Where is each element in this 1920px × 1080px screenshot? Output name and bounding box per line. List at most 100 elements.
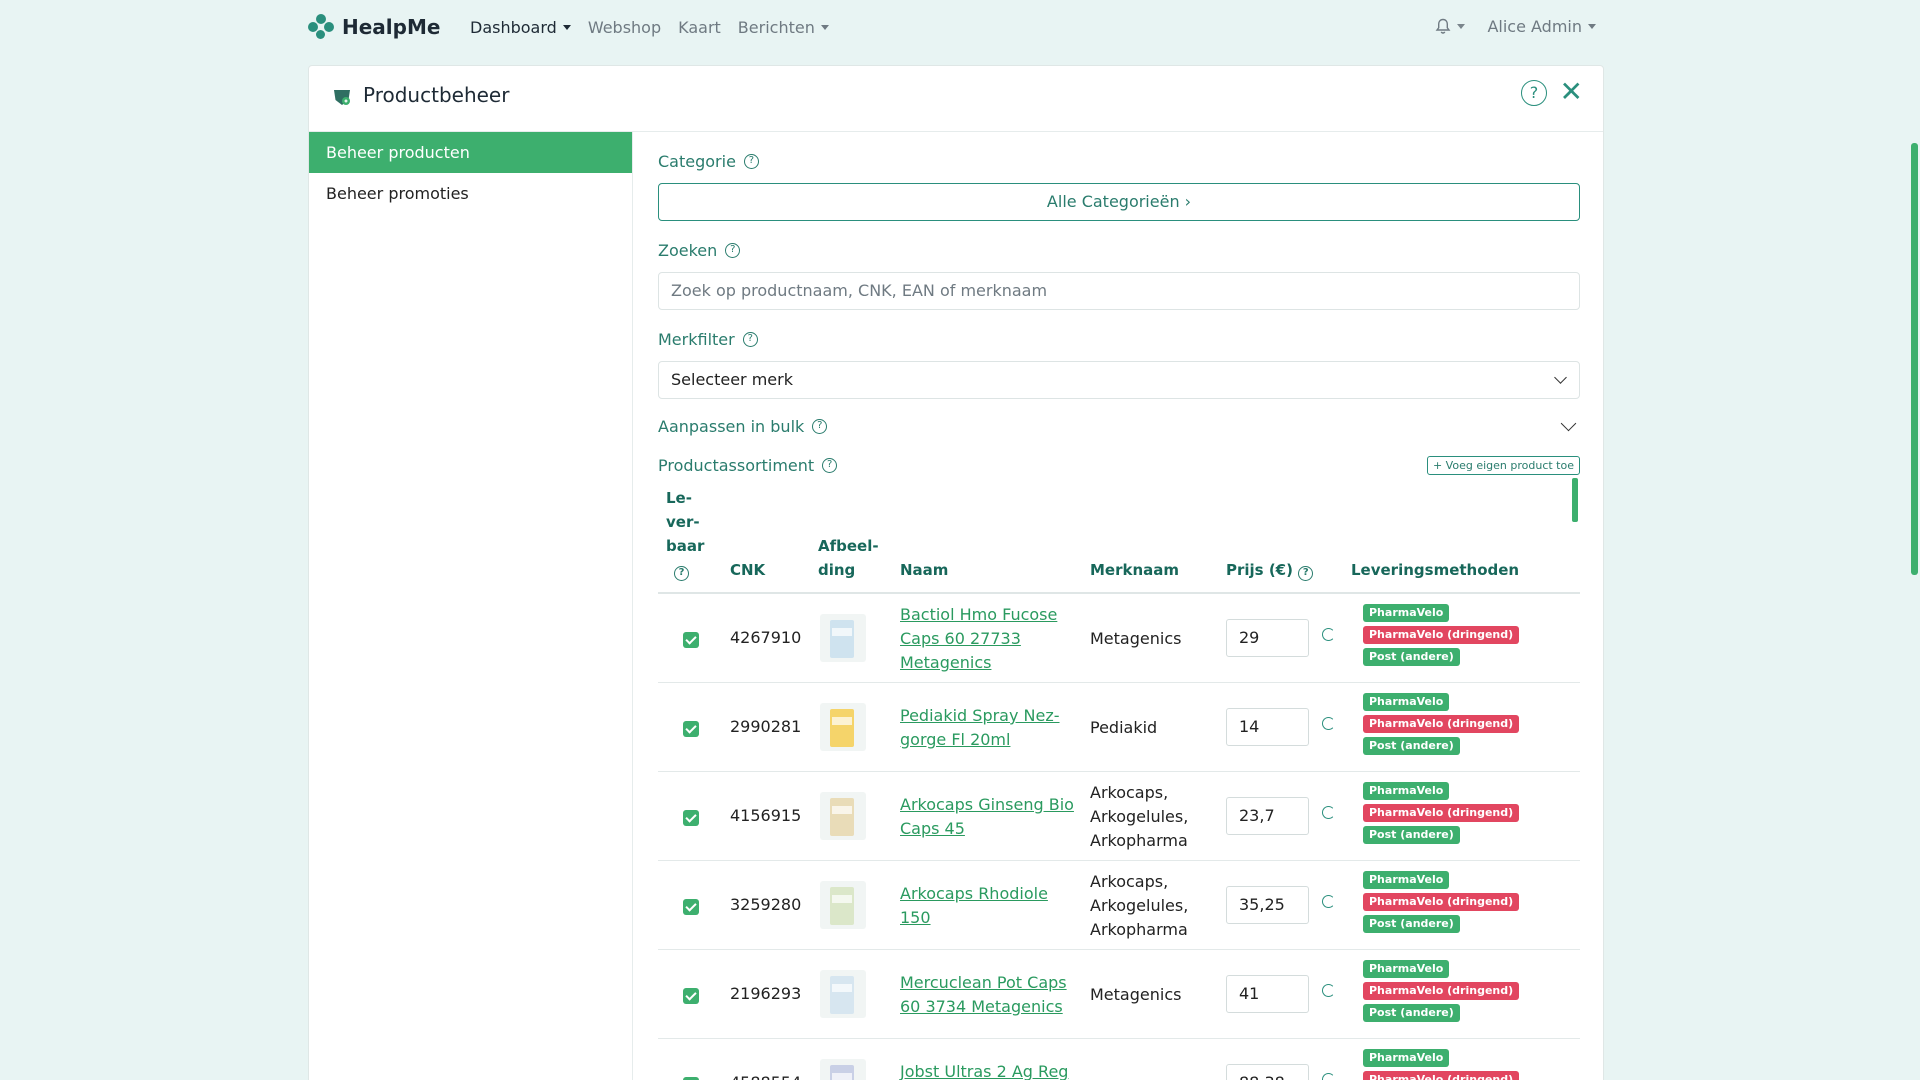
col-cnk[interactable]: CNK (730, 558, 765, 582)
price-input[interactable]: 14 (1226, 708, 1309, 746)
product-name-link[interactable]: Jobst Ultras 2 Ag Reg (900, 1060, 1080, 1080)
panel-title: Productbeheer (363, 83, 510, 107)
help-icon[interactable]: ? (812, 419, 828, 434)
price-input[interactable]: 29 (1226, 619, 1309, 657)
col-image: Afbeel- ding (818, 537, 879, 579)
page-scrollbar[interactable] (1911, 143, 1918, 575)
available-checkbox[interactable] (683, 810, 699, 826)
col-brand[interactable]: Merknaam (1090, 558, 1179, 582)
category-button[interactable]: Alle Categorieën › (658, 183, 1580, 221)
delivery-methods: PharmaVelo PharmaVelo (dringend) Post (and… (1363, 960, 1520, 1022)
product-thumbnail (814, 782, 872, 850)
brand-cell: Pediakid (1090, 718, 1158, 737)
product-thumbnail (814, 693, 872, 761)
badge-pharmavelo-urgent: PharmaVelo (dringend) (1363, 715, 1520, 733)
main-content: Categorie? Alle Categorieën › Zoeken? Zo… (658, 132, 1580, 1080)
help-icon[interactable]: ? (822, 458, 838, 473)
help-icon[interactable]: ? (1521, 80, 1547, 106)
caret-down-icon (820, 25, 829, 30)
caret-down-icon (1588, 24, 1596, 29)
help-icon[interactable]: ? (725, 243, 741, 258)
refresh-icon[interactable] (1322, 717, 1335, 730)
badge-pharmavelo-urgent: PharmaVelo (dringend) (1363, 893, 1520, 911)
delivery-methods: PharmaVelo PharmaVelo (dringend) Post (and… (1363, 604, 1520, 666)
price-input[interactable]: 41 (1226, 975, 1309, 1013)
help-icon[interactable]: ? (743, 154, 759, 169)
help-icon[interactable]: ? (742, 332, 758, 347)
nav-berichten[interactable]: Berichten (738, 18, 829, 37)
search-input[interactable]: Zoek op productnaam, CNK, EAN of merknaa… (658, 272, 1580, 310)
refresh-icon[interactable] (1322, 806, 1335, 819)
product-name-link[interactable]: Bactiol Hmo Fucose Caps 60 27733 Metagen… (900, 603, 1080, 675)
product-name-link[interactable]: Pediakid Spray Nez-gorge Fl 20ml (900, 704, 1080, 752)
badge-pharmavelo-urgent: PharmaVelo (dringend) (1363, 1071, 1520, 1080)
available-checkbox[interactable] (683, 899, 699, 915)
product-name-link[interactable]: Mercuclean Pot Caps 60 3734 Metagenics (900, 971, 1080, 1019)
available-checkbox[interactable] (683, 721, 699, 737)
product-thumbnail (814, 960, 872, 1028)
refresh-icon[interactable] (1322, 895, 1335, 908)
cnk-cell: 2196293 (730, 984, 802, 1003)
col-name[interactable]: Naam (900, 558, 948, 582)
delivery-methods: PharmaVelo PharmaVelo (dringend) Post (and… (1363, 782, 1520, 844)
caret-down-icon (1457, 24, 1466, 29)
table-body: 4267910 Bactiol Hmo Fucose Caps 60 27733 … (658, 594, 1580, 1080)
bell-icon (1436, 18, 1451, 34)
badge-pharmavelo: PharmaVelo (1363, 693, 1450, 711)
brand[interactable]: HealpMe (308, 14, 440, 40)
main-nav: Dashboard Webshop Kaart Berichten (470, 18, 829, 37)
refresh-icon[interactable] (1322, 628, 1335, 641)
nav-dashboard[interactable]: Dashboard (470, 18, 571, 37)
nav-kaart[interactable]: Kaart (678, 18, 721, 37)
product-table: Le- ver- baar ? CNK Afbeel- ding Naam Me… (658, 485, 1580, 1080)
delivery-methods: PharmaVelo PharmaVelo (dringend) Post (and… (1363, 871, 1520, 933)
product-thumbnail (814, 871, 872, 939)
brand-filter-label: Merkfilter? (658, 330, 1580, 349)
nav-webshop[interactable]: Webshop (588, 18, 661, 37)
badge-post: Post (andere) (1363, 915, 1460, 933)
price-input[interactable]: 35,25 (1226, 886, 1309, 924)
help-icon[interactable]: ? (674, 566, 689, 581)
available-checkbox[interactable] (683, 632, 699, 648)
badge-post: Post (andere) (1363, 648, 1460, 666)
cnk-cell: 4156915 (730, 806, 802, 825)
brand-cell: Arkocaps, Arkogelules, Arkopharma (1090, 872, 1189, 939)
bulk-edit-toggle[interactable]: Aanpassen in bulk? (658, 415, 1580, 436)
refresh-icon[interactable] (1322, 984, 1335, 997)
table-header: Le- ver- baar ? CNK Afbeel- ding Naam Me… (658, 485, 1580, 594)
table-scrollbar[interactable] (1572, 478, 1578, 522)
notifications-button[interactable] (1435, 18, 1466, 35)
badge-pharmavelo-urgent: PharmaVelo (dringend) (1363, 626, 1520, 644)
badge-post: Post (andere) (1363, 826, 1460, 844)
badge-pharmavelo: PharmaVelo (1363, 604, 1450, 622)
product-name-link[interactable]: Arkocaps Ginseng Bio Caps 45 (900, 793, 1080, 841)
product-thumbnail (814, 1049, 872, 1080)
badge-pharmavelo: PharmaVelo (1363, 782, 1450, 800)
close-icon[interactable]: ✕ (1560, 78, 1583, 106)
user-menu[interactable]: Alice Admin (1487, 17, 1596, 36)
help-icon[interactable]: ? (1298, 566, 1314, 581)
price-input[interactable]: 88,38 (1226, 1064, 1309, 1080)
add-product-button[interactable]: + Voeg eigen product toe (1426, 456, 1580, 475)
price-input[interactable]: 23,7 (1226, 797, 1309, 835)
table-row: 2196293 Mercuclean Pot Caps 60 3734 Metag… (658, 950, 1580, 1039)
table-row: 4156915 Arkocaps Ginseng Bio Caps 45 Arkoc… (658, 772, 1580, 861)
col-delivery: Leveringsmethoden (1351, 561, 1520, 579)
available-checkbox[interactable] (683, 988, 699, 1004)
assortment-label: Productassortiment? (658, 456, 838, 475)
sidebar: Beheer producten Beheer promoties (309, 132, 633, 1080)
col-price[interactable]: Prijs (€) ? (1226, 558, 1314, 582)
product-name-link[interactable]: Arkocaps Rhodiole 150 (900, 882, 1080, 930)
caret-down-icon (562, 25, 571, 30)
badge-pharmavelo: PharmaVelo (1363, 960, 1450, 978)
sidebar-item-beheer-promoties[interactable]: Beheer promoties (309, 173, 632, 214)
cnk-cell: 3259280 (730, 895, 802, 914)
brand-logo-icon (308, 14, 334, 40)
sidebar-item-beheer-producten[interactable]: Beheer producten (309, 132, 632, 173)
brand-cell: Metagenics (1090, 629, 1182, 648)
brand-select[interactable]: Selecteer merk (658, 361, 1580, 399)
refresh-icon[interactable] (1322, 1073, 1335, 1080)
assortment-header: Productassortiment? + Voeg eigen product… (658, 456, 1580, 475)
chevron-down-icon (1554, 371, 1567, 384)
table-row: 2990281 Pediakid Spray Nez-gorge Fl 20ml P… (658, 683, 1580, 772)
